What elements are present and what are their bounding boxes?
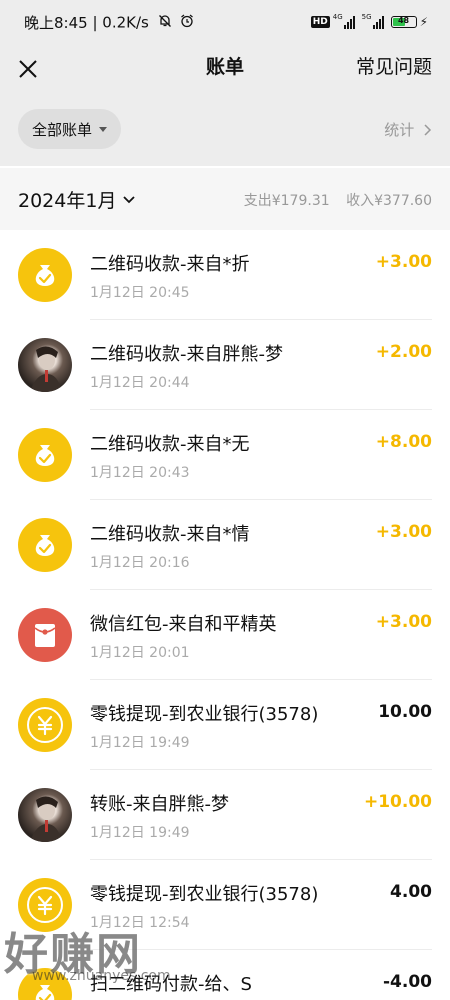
transaction-amount: +3.00	[375, 252, 432, 272]
battery-level: 48	[397, 16, 410, 25]
battery-icon: 48	[390, 16, 417, 28]
transaction-title: 二维码收款-来自*无	[90, 434, 250, 455]
all-bills-dropdown[interactable]: 全部账单	[18, 109, 122, 149]
transaction-time: 1月12日 20:43	[90, 465, 190, 481]
transaction-title: 零钱提现-到农业银行(3578)	[90, 704, 319, 725]
status-left: 晚上8:45 | 0.2K/s	[24, 12, 194, 33]
chevron-right-icon	[424, 124, 432, 136]
transaction-time: 1月12日 20:16	[90, 555, 190, 571]
transaction-amount: +2.00	[375, 342, 432, 362]
status-bar: 晚上8:45 | 0.2K/s HD 4G 5G 48 ⚡	[0, 0, 450, 44]
signal-icon	[372, 15, 385, 29]
transaction-row[interactable]: 二维码收款-来自*情 1月12日 20:16 +3.00	[0, 500, 450, 590]
money-bag-icon	[18, 428, 72, 482]
money-bag-icon	[18, 248, 72, 302]
transaction-amount: 10.00	[378, 702, 432, 722]
transaction-time: 1月12日 20:44	[90, 375, 190, 391]
chevron-down-icon	[123, 195, 136, 203]
nav-bar: 账单 常见问题	[0, 44, 450, 94]
stats-link[interactable]: 统计	[384, 119, 432, 140]
transaction-title: 零钱提现-到农业银行(3578)	[90, 884, 319, 905]
transaction-row[interactable]: 扫二维码付款-给、S -4.00	[0, 950, 450, 1000]
all-bills-label: 全部账单	[32, 120, 93, 139]
transaction-title: 二维码收款-来自*情	[90, 524, 250, 545]
transaction-row[interactable]: 零钱提现-到农业银行(3578) 1月12日 19:49 10.00	[0, 680, 450, 770]
transaction-title: 扫二维码付款-给、S	[90, 974, 252, 995]
transaction-row[interactable]: 二维码收款-来自*无 1月12日 20:43 +8.00	[0, 410, 450, 500]
transaction-row[interactable]: 二维码收款-来自*折 1月12日 20:45 +3.00	[0, 230, 450, 320]
transaction-title: 二维码收款-来自*折	[90, 254, 250, 275]
bill-page: 晚上8:45 | 0.2K/s HD 4G 5G 48 ⚡ 账单 常见问题 全部…	[0, 0, 450, 1000]
transaction-amount: +3.00	[375, 522, 432, 542]
month-selector[interactable]: 2024年1月	[18, 186, 136, 213]
transaction-list: 二维码收款-来自*折 1月12日 20:45 +3.00 二维码收款-来自胖熊-梦 1月…	[0, 230, 450, 1000]
transaction-row[interactable]: 零钱提现-到农业银行(3578) 1月12日 12:54 4.00	[0, 860, 450, 950]
network-speed: 0.2K/s	[102, 13, 149, 32]
month-summary: 支出¥179.31 收入¥377.60	[244, 190, 432, 210]
network-type-2: 5G	[361, 13, 372, 21]
clock: 晚上8:45	[24, 14, 88, 32]
transaction-amount: 4.00	[390, 882, 432, 902]
money-bag-icon	[18, 968, 72, 1000]
transaction-title: 二维码收款-来自胖熊-梦	[90, 344, 283, 365]
transaction-amount: -4.00	[383, 972, 432, 992]
faq-link[interactable]: 常见问题	[356, 52, 432, 79]
mute-bell-icon	[158, 14, 172, 32]
transaction-time: 1月12日 12:54	[90, 915, 190, 931]
stats-label: 统计	[384, 121, 415, 139]
hd-badge: HD	[310, 16, 330, 28]
money-bag-icon	[18, 518, 72, 572]
month-label: 2024年1月	[18, 190, 117, 212]
caret-down-icon	[99, 126, 108, 132]
yuan-coin-icon	[18, 878, 72, 932]
transaction-time: 1月12日 19:49	[90, 825, 190, 841]
transaction-row[interactable]: 微信红包-来自和平精英 1月12日 20:01 +3.00	[0, 590, 450, 680]
month-income: 收入¥377.60	[346, 193, 432, 209]
transaction-time: 1月12日 20:01	[90, 645, 190, 661]
user-photo-avatar	[18, 338, 72, 392]
filter-row: 全部账单 统计	[0, 94, 450, 166]
transaction-title: 微信红包-来自和平精英	[90, 614, 277, 635]
transaction-amount: +3.00	[375, 612, 432, 632]
month-header: 2024年1月 支出¥179.31 收入¥377.60	[0, 168, 450, 230]
status-right: HD 4G 5G 48 ⚡	[310, 13, 428, 31]
charging-icon: ⚡	[419, 15, 428, 29]
alarm-icon	[180, 14, 194, 32]
network-type-1: 4G	[332, 13, 343, 21]
transaction-row[interactable]: 二维码收款-来自胖熊-梦 1月12日 20:44 +2.00	[0, 320, 450, 410]
yuan-coin-icon	[18, 698, 72, 752]
user-photo-avatar	[18, 788, 72, 842]
transaction-time: 1月12日 19:49	[90, 735, 190, 751]
transaction-title: 转账-来自胖熊-梦	[90, 794, 229, 815]
transaction-time: 1月12日 20:45	[90, 285, 190, 301]
red-packet-icon	[18, 608, 72, 662]
transaction-amount: +10.00	[363, 792, 432, 812]
transaction-amount: +8.00	[375, 432, 432, 452]
transaction-row[interactable]: 转账-来自胖熊-梦 1月12日 19:49 +10.00	[0, 770, 450, 860]
month-expense: 支出¥179.31	[243, 193, 330, 209]
signal-icon	[343, 15, 356, 29]
